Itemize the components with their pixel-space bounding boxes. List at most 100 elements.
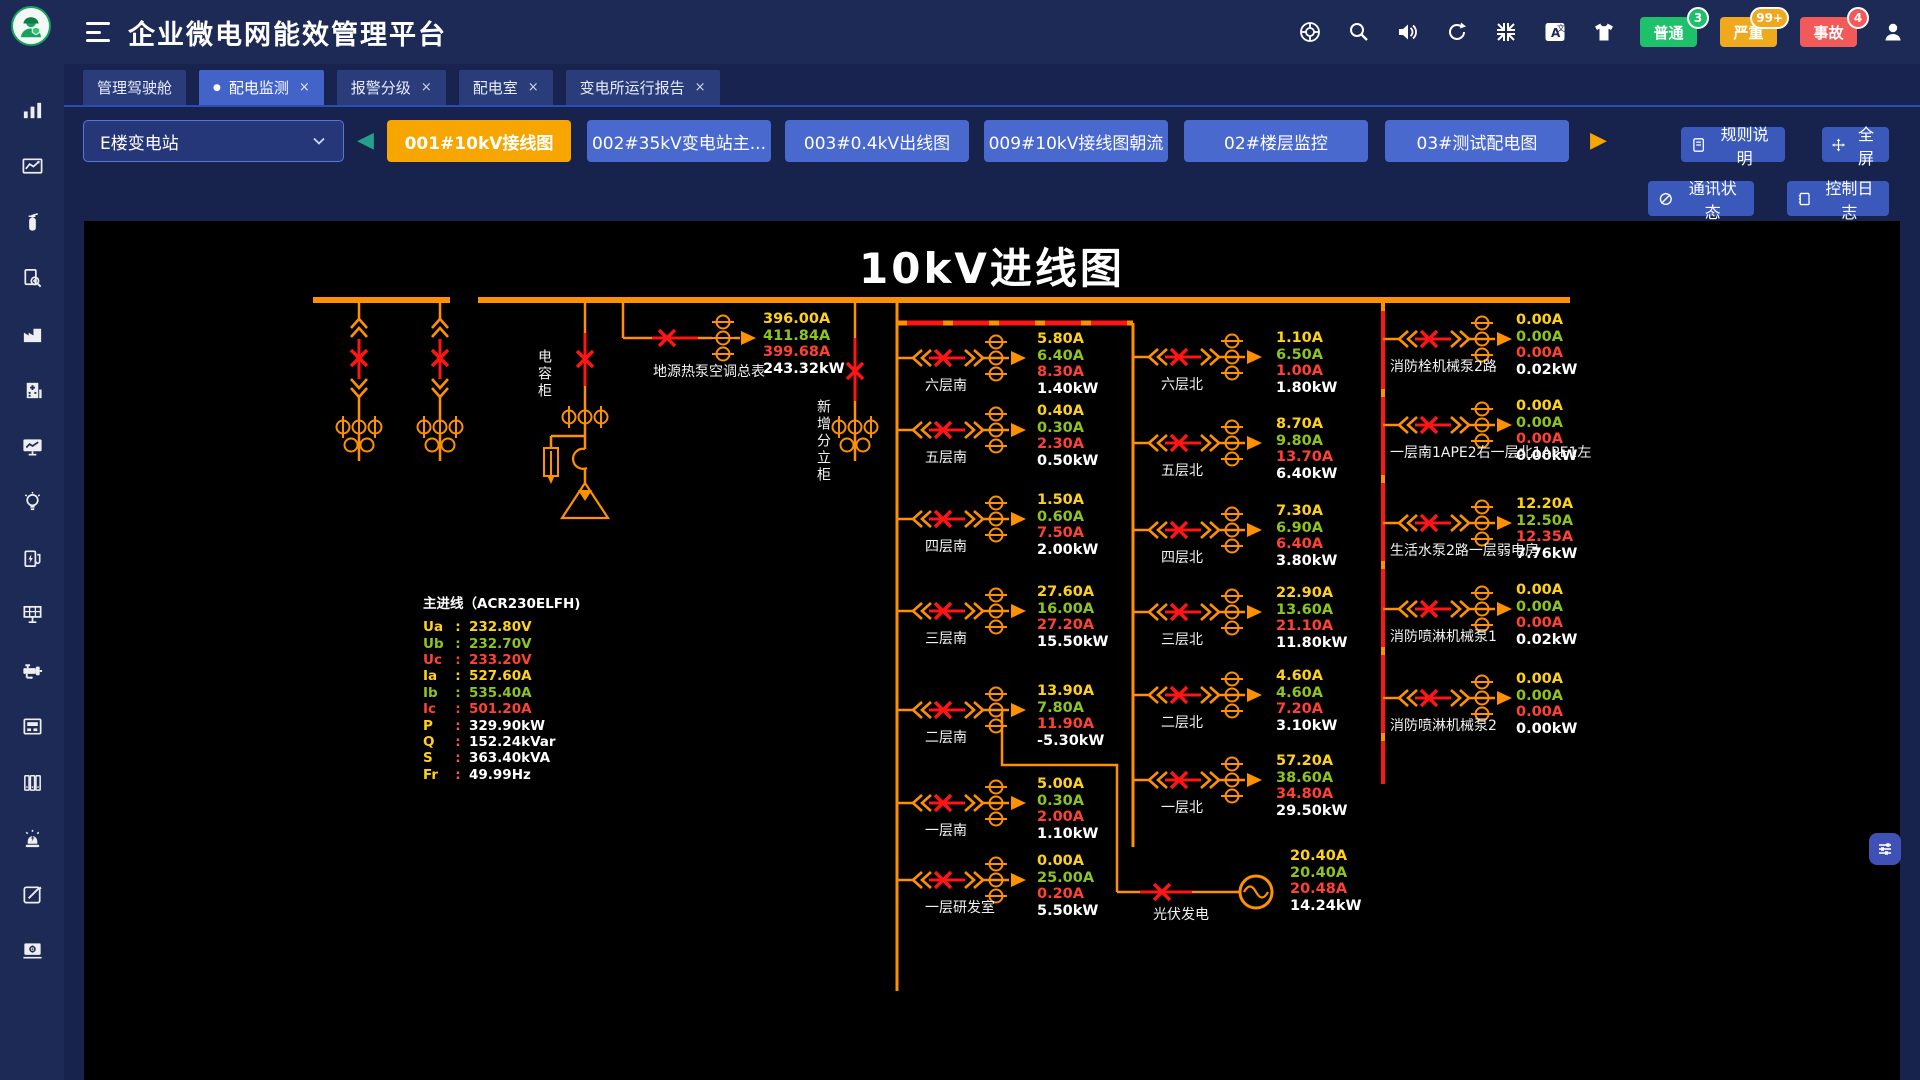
alarm-count-badge: 4 — [1847, 7, 1869, 29]
toolbar: E楼变电站 ◀ ▶ 规则说明 全屏 通讯状态 控制日志 001#10kV接线图 0… — [64, 109, 1920, 221]
feeder-label: 一层研发室 — [925, 897, 995, 917]
rules-button[interactable]: 规则说明 — [1681, 127, 1785, 162]
nav-tab-1[interactable]: ● 配电监测 × — [199, 70, 324, 105]
meter-value: 49.99Hz — [469, 767, 531, 783]
archive-icon[interactable] — [0, 754, 64, 810]
feeder-label: 生活水泵2路一层弱电房 — [1390, 540, 1539, 560]
control-log-button[interactable]: 控制日志 — [1787, 181, 1889, 216]
alarm-level-button-1[interactable]: 严重99+ — [1720, 17, 1777, 47]
feeder-label: 一层南 — [925, 820, 967, 840]
nav-tab-label: 管理驾驶舱 — [97, 77, 172, 98]
app-title: 企业微电网能效管理平台 — [128, 13, 447, 52]
solar-panel-icon[interactable] — [0, 586, 64, 642]
feeder-label: 五层南 — [925, 447, 967, 467]
new-cabinet-label: 新增分立柜 — [813, 399, 833, 484]
device-settings-icon[interactable] — [0, 922, 64, 978]
patrol-inspection-icon[interactable] — [0, 250, 64, 306]
meter-row: Ic:501.20A — [423, 701, 580, 717]
header-actions: A文 普通3 严重99+ 事故4 — [1297, 0, 1906, 64]
volume-icon[interactable] — [1395, 19, 1421, 45]
fire-extinguisher-icon[interactable] — [0, 194, 64, 250]
compress-icon[interactable] — [1493, 19, 1519, 45]
station-select[interactable]: E楼变电站 — [83, 120, 344, 162]
feeder-label: 五层北 — [1161, 460, 1203, 480]
nav-tab-0[interactable]: 管理驾驶舱 — [83, 70, 186, 105]
trend-chart-icon[interactable] — [0, 138, 64, 194]
feeder-values: 7.30A6.90A6.40A3.80kW — [1276, 503, 1337, 569]
menu-toggle-icon[interactable] — [86, 22, 112, 42]
alarm-level-button-0[interactable]: 普通3 — [1640, 17, 1697, 47]
bar-chart-icon[interactable] — [0, 82, 64, 138]
factory-icon[interactable] — [0, 306, 64, 362]
nav-tab-label: 报警分级 — [351, 77, 411, 98]
feeder-label: 三层北 — [1161, 629, 1203, 649]
user-icon[interactable] — [1880, 19, 1906, 45]
nav-tab-4[interactable]: 变电所运行报告 × — [566, 70, 720, 105]
alarm-level-label: 普通 — [1653, 22, 1683, 43]
search-icon[interactable] — [1346, 19, 1372, 45]
sidebar — [0, 0, 64, 1080]
ev-charger-icon[interactable] — [0, 530, 64, 586]
close-tab-icon[interactable]: × — [299, 80, 310, 95]
scroll-left-arrow-icon[interactable]: ◀ — [357, 127, 374, 155]
meter-row: P:329.90kW — [423, 717, 580, 733]
nav-tab-2[interactable]: 报警分级 × — [337, 70, 446, 105]
feeder-label: 四层北 — [1161, 547, 1203, 567]
chevron-down-icon — [311, 133, 327, 149]
nav-tab-label: 变电所运行报告 — [580, 77, 685, 98]
monitor-curve-icon[interactable] — [0, 418, 64, 474]
station-select-value: E楼变电站 — [100, 129, 179, 154]
close-tab-icon[interactable]: × — [528, 80, 539, 95]
nav-tab-label: 配电监测 — [229, 77, 289, 98]
feeder-values: 0.00A25.00A0.20A5.50kW — [1037, 853, 1098, 919]
hospital-building-icon[interactable] — [0, 362, 64, 418]
theme-icon[interactable] — [1591, 19, 1617, 45]
diagram-tab-1[interactable]: 002#35kV变电站主... — [587, 120, 771, 162]
active-dot-icon: ● — [213, 83, 221, 93]
feeder-values: 4.60A4.60A7.20A3.10kW — [1276, 668, 1337, 734]
water-pump-icon[interactable] — [0, 642, 64, 698]
meter-row: Q:152.24kVar — [423, 734, 580, 750]
header: 企业微电网能效管理平台 A文 普通3 严重99+ 事故4 — [64, 0, 1920, 64]
scroll-right-arrow-icon[interactable]: ▶ — [1590, 127, 1607, 155]
translate-icon[interactable]: A文 — [1542, 19, 1568, 45]
alarm-count-badge: 99+ — [1750, 7, 1789, 29]
lifebuoy-icon[interactable] — [1297, 19, 1323, 45]
feeder-values: 1.50A0.60A7.50A2.00kW — [1037, 492, 1098, 558]
diagram-tab-5[interactable]: 03#测试配电图 — [1385, 120, 1569, 162]
document-icon — [1691, 137, 1706, 153]
meter-value: 232.80V — [469, 619, 532, 635]
alarm-count-badge: 3 — [1687, 7, 1709, 29]
feeder-values: 0.00A0.00A0.00A0.00kW — [1516, 671, 1577, 737]
bulb-icon[interactable] — [0, 474, 64, 530]
meter-row: S:363.40kVA — [423, 750, 580, 766]
meter-value: 535.40A — [469, 685, 532, 701]
meter-value: 233.20V — [469, 652, 532, 668]
feeder-label: 一层北 — [1161, 797, 1203, 817]
fullscreen-button[interactable]: 全屏 — [1822, 127, 1889, 162]
diagram-tab-4[interactable]: 02#楼层监控 — [1184, 120, 1368, 162]
meter-value: 527.60A — [469, 668, 532, 684]
feeder-label: 二层南 — [925, 727, 967, 747]
nav-tab-3[interactable]: 配电室× — [459, 70, 553, 105]
close-tab-icon[interactable]: × — [421, 80, 432, 95]
work-order-icon[interactable] — [0, 866, 64, 922]
feeder-values: 1.10A6.50A1.00A1.80kW — [1276, 330, 1337, 396]
main-meter-panel: 主进线（ACR230ELFH) Ua:232.80VUb:232.70VUc:2… — [423, 592, 580, 783]
meter-value: 363.40kVA — [469, 750, 550, 766]
app-logo-icon — [11, 6, 51, 46]
diagram-tab-3[interactable]: 009#10kV接线图朝流 — [984, 120, 1168, 162]
panel-toggle-button[interactable] — [1869, 833, 1901, 865]
sliders-icon — [1876, 840, 1894, 858]
diagram-tab-2[interactable]: 003#0.4kV出线图 — [785, 120, 969, 162]
comm-status-button[interactable]: 通讯状态 — [1648, 181, 1754, 216]
alarm-beacon-icon[interactable] — [0, 810, 64, 866]
meter-row: Ia:527.60A — [423, 668, 580, 684]
single-line-diagram — [84, 221, 1900, 1080]
refresh-icon[interactable] — [1444, 19, 1470, 45]
diagram-tab-0[interactable]: 001#10kV接线图 — [387, 120, 571, 162]
feeder-values: 27.60A16.00A27.20A15.50kW — [1037, 584, 1109, 650]
meter-panel-icon[interactable] — [0, 698, 64, 754]
close-tab-icon[interactable]: × — [695, 80, 706, 95]
alarm-level-button-2[interactable]: 事故4 — [1800, 17, 1857, 47]
